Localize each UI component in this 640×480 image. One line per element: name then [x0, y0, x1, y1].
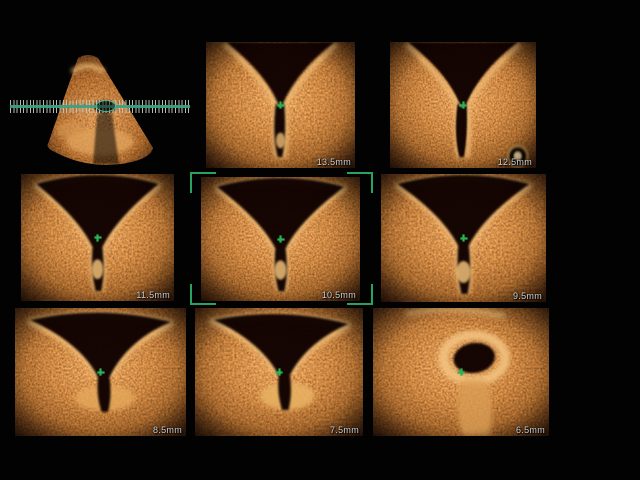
slice-tile[interactable]: 11.5mm [21, 174, 174, 301]
slice-plane-ruler[interactable] [10, 100, 190, 113]
slice-depth-label: 9.5mm [513, 291, 542, 301]
roi-cross-icon [458, 369, 465, 376]
roi-cross-icon [97, 369, 104, 376]
slice-tile[interactable]: 12.5mm [390, 42, 536, 168]
roi-cross-icon [460, 102, 467, 109]
slice-plane-roi-oval [96, 100, 116, 112]
slice-tile[interactable]: 9.5mm [381, 174, 546, 302]
slice-tile-selected[interactable]: 10.5mm [201, 177, 360, 301]
slice-tile[interactable]: 13.5mm [206, 42, 355, 168]
roi-cross-icon [94, 234, 101, 241]
slice-depth-label: 8.5mm [153, 425, 182, 435]
ultrasound-multislice-screen: 13.5mm 12.5mm [0, 0, 640, 480]
slice-depth-label: 12.5mm [498, 157, 532, 167]
roi-cross-icon [460, 235, 467, 242]
slice-depth-label: 13.5mm [317, 157, 351, 167]
roi-cross-icon [277, 236, 284, 243]
slice-depth-label: 7.5mm [330, 425, 359, 435]
slice-depth-label: 6.5mm [516, 425, 545, 435]
slice-tile[interactable]: 8.5mm [15, 308, 186, 436]
overview-sector-image [0, 0, 200, 170]
slice-depth-label: 11.5mm [136, 290, 170, 300]
slice-tile[interactable]: 6.5mm [373, 308, 549, 436]
roi-cross-icon [277, 102, 284, 109]
slice-tile[interactable]: 7.5mm [195, 308, 363, 436]
roi-cross-icon [276, 369, 283, 376]
scan-overview-image [0, 0, 200, 170]
slice-depth-label: 10.5mm [322, 290, 356, 300]
